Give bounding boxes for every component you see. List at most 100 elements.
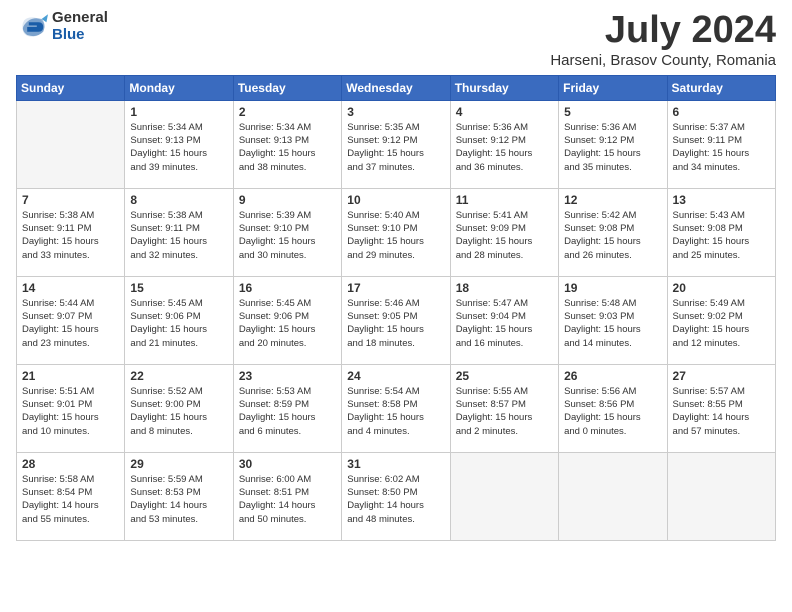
- day-info: Sunrise: 5:37 AMSunset: 9:11 PMDaylight:…: [673, 121, 770, 174]
- day-number: 2: [239, 105, 336, 119]
- page: General Blue July 2024 Harseni, Brasov C…: [0, 0, 792, 612]
- weekday-header-friday: Friday: [559, 75, 667, 100]
- day-number: 14: [22, 281, 119, 295]
- logo-general-text: General: [52, 10, 108, 27]
- calendar-cell: 16 Sunrise: 5:45 AMSunset: 9:06 PMDayligh…: [233, 276, 341, 364]
- calendar-cell: 31 Sunrise: 6:02 AMSunset: 8:50 PMDayligh…: [342, 452, 450, 540]
- day-info: Sunrise: 5:49 AMSunset: 9:02 PMDaylight:…: [673, 297, 770, 350]
- day-number: 25: [456, 369, 553, 383]
- header: General Blue July 2024 Harseni, Brasov C…: [16, 10, 776, 69]
- day-info: Sunrise: 5:44 AMSunset: 9:07 PMDaylight:…: [22, 297, 119, 350]
- day-number: 13: [673, 193, 770, 207]
- day-info: Sunrise: 5:51 AMSunset: 9:01 PMDaylight:…: [22, 385, 119, 438]
- calendar-cell: 10 Sunrise: 5:40 AMSunset: 9:10 PMDayligh…: [342, 188, 450, 276]
- day-number: 31: [347, 457, 444, 471]
- day-number: 26: [564, 369, 661, 383]
- day-info: Sunrise: 5:34 AMSunset: 9:13 PMDaylight:…: [130, 121, 227, 174]
- day-number: 15: [130, 281, 227, 295]
- calendar-cell: 23 Sunrise: 5:53 AMSunset: 8:59 PMDayligh…: [233, 364, 341, 452]
- calendar: SundayMondayTuesdayWednesdayThursdayFrid…: [16, 75, 776, 541]
- day-info: Sunrise: 5:36 AMSunset: 9:12 PMDaylight:…: [456, 121, 553, 174]
- calendar-cell: [450, 452, 558, 540]
- logo-icon: [16, 11, 48, 43]
- day-number: 1: [130, 105, 227, 119]
- day-number: 9: [239, 193, 336, 207]
- day-number: 3: [347, 105, 444, 119]
- calendar-cell: 6 Sunrise: 5:37 AMSunset: 9:11 PMDaylight…: [667, 100, 775, 188]
- calendar-cell: 25 Sunrise: 5:55 AMSunset: 8:57 PMDayligh…: [450, 364, 558, 452]
- day-info: Sunrise: 5:52 AMSunset: 9:00 PMDaylight:…: [130, 385, 227, 438]
- day-number: 10: [347, 193, 444, 207]
- calendar-cell: [559, 452, 667, 540]
- day-info: Sunrise: 6:00 AMSunset: 8:51 PMDaylight:…: [239, 473, 336, 526]
- day-info: Sunrise: 5:34 AMSunset: 9:13 PMDaylight:…: [239, 121, 336, 174]
- calendar-cell: 15Sunrise: 5:45 AMSunset: 9:06 PMDayligh…: [125, 276, 233, 364]
- day-info: Sunrise: 5:55 AMSunset: 8:57 PMDaylight:…: [456, 385, 553, 438]
- calendar-cell: 11 Sunrise: 5:41 AMSunset: 9:09 PMDayligh…: [450, 188, 558, 276]
- day-number: 16: [239, 281, 336, 295]
- logo-text: General Blue: [52, 10, 108, 43]
- week-row-4: 21 Sunrise: 5:51 AMSunset: 9:01 PMDayligh…: [17, 364, 776, 452]
- day-number: 17: [347, 281, 444, 295]
- day-number: 18: [456, 281, 553, 295]
- calendar-cell: 7Sunrise: 5:38 AMSunset: 9:11 PMDaylight…: [17, 188, 125, 276]
- day-info: Sunrise: 5:47 AMSunset: 9:04 PMDaylight:…: [456, 297, 553, 350]
- calendar-cell: 21 Sunrise: 5:51 AMSunset: 9:01 PMDayligh…: [17, 364, 125, 452]
- weekday-header-row: SundayMondayTuesdayWednesdayThursdayFrid…: [17, 75, 776, 100]
- day-number: 6: [673, 105, 770, 119]
- day-number: 23: [239, 369, 336, 383]
- calendar-cell: 17 Sunrise: 5:46 AMSunset: 9:05 PMDayligh…: [342, 276, 450, 364]
- weekday-header-saturday: Saturday: [667, 75, 775, 100]
- day-info: Sunrise: 5:35 AMSunset: 9:12 PMDaylight:…: [347, 121, 444, 174]
- weekday-header-wednesday: Wednesday: [342, 75, 450, 100]
- day-number: 24: [347, 369, 444, 383]
- day-info: Sunrise: 5:45 AMSunset: 9:06 PMDaylight:…: [239, 297, 336, 350]
- day-number: 22: [130, 369, 227, 383]
- calendar-header: SundayMondayTuesdayWednesdayThursdayFrid…: [17, 75, 776, 100]
- weekday-header-tuesday: Tuesday: [233, 75, 341, 100]
- calendar-cell: 4Sunrise: 5:36 AMSunset: 9:12 PMDaylight…: [450, 100, 558, 188]
- main-title: July 2024: [550, 10, 776, 52]
- sub-title: Harseni, Brasov County, Romania: [550, 52, 776, 69]
- day-info: Sunrise: 5:46 AMSunset: 9:05 PMDaylight:…: [347, 297, 444, 350]
- calendar-cell: 5Sunrise: 5:36 AMSunset: 9:12 PMDaylight…: [559, 100, 667, 188]
- calendar-cell: 29Sunrise: 5:59 AMSunset: 8:53 PMDayligh…: [125, 452, 233, 540]
- week-row-5: 28 Sunrise: 5:58 AMSunset: 8:54 PMDayligh…: [17, 452, 776, 540]
- day-info: Sunrise: 5:54 AMSunset: 8:58 PMDaylight:…: [347, 385, 444, 438]
- day-info: Sunrise: 5:41 AMSunset: 9:09 PMDaylight:…: [456, 209, 553, 262]
- calendar-cell: 22 Sunrise: 5:52 AMSunset: 9:00 PMDayligh…: [125, 364, 233, 452]
- calendar-cell: 13 Sunrise: 5:43 AMSunset: 9:08 PMDayligh…: [667, 188, 775, 276]
- calendar-cell: 28 Sunrise: 5:58 AMSunset: 8:54 PMDayligh…: [17, 452, 125, 540]
- calendar-cell: 3 Sunrise: 5:35 AMSunset: 9:12 PMDaylight…: [342, 100, 450, 188]
- calendar-cell: 18 Sunrise: 5:47 AMSunset: 9:04 PMDayligh…: [450, 276, 558, 364]
- calendar-cell: 24 Sunrise: 5:54 AMSunset: 8:58 PMDayligh…: [342, 364, 450, 452]
- day-info: Sunrise: 6:02 AMSunset: 8:50 PMDaylight:…: [347, 473, 444, 526]
- calendar-cell: 30 Sunrise: 6:00 AMSunset: 8:51 PMDayligh…: [233, 452, 341, 540]
- calendar-cell: 12Sunrise: 5:42 AMSunset: 9:08 PMDayligh…: [559, 188, 667, 276]
- calendar-cell: 27Sunrise: 5:57 AMSunset: 8:55 PMDayligh…: [667, 364, 775, 452]
- day-info: Sunrise: 5:38 AMSunset: 9:11 PMDaylight:…: [130, 209, 227, 262]
- calendar-cell: 20 Sunrise: 5:49 AMSunset: 9:02 PMDayligh…: [667, 276, 775, 364]
- day-number: 20: [673, 281, 770, 295]
- day-info: Sunrise: 5:39 AMSunset: 9:10 PMDaylight:…: [239, 209, 336, 262]
- calendar-cell: [17, 100, 125, 188]
- calendar-cell: 8 Sunrise: 5:38 AMSunset: 9:11 PMDaylight…: [125, 188, 233, 276]
- title-block: July 2024 Harseni, Brasov County, Romani…: [550, 10, 776, 69]
- day-info: Sunrise: 5:48 AMSunset: 9:03 PMDaylight:…: [564, 297, 661, 350]
- day-number: 7: [22, 193, 119, 207]
- day-info: Sunrise: 5:58 AMSunset: 8:54 PMDaylight:…: [22, 473, 119, 526]
- day-info: Sunrise: 5:40 AMSunset: 9:10 PMDaylight:…: [347, 209, 444, 262]
- day-number: 21: [22, 369, 119, 383]
- day-info: Sunrise: 5:53 AMSunset: 8:59 PMDaylight:…: [239, 385, 336, 438]
- day-number: 30: [239, 457, 336, 471]
- logo: General Blue: [16, 10, 108, 43]
- calendar-cell: 1 Sunrise: 5:34 AMSunset: 9:13 PMDaylight…: [125, 100, 233, 188]
- day-number: 28: [22, 457, 119, 471]
- weekday-header-sunday: Sunday: [17, 75, 125, 100]
- day-info: Sunrise: 5:43 AMSunset: 9:08 PMDaylight:…: [673, 209, 770, 262]
- calendar-cell: 26Sunrise: 5:56 AMSunset: 8:56 PMDayligh…: [559, 364, 667, 452]
- day-number: 12: [564, 193, 661, 207]
- day-number: 8: [130, 193, 227, 207]
- day-number: 11: [456, 193, 553, 207]
- calendar-body: 1 Sunrise: 5:34 AMSunset: 9:13 PMDaylight…: [17, 100, 776, 540]
